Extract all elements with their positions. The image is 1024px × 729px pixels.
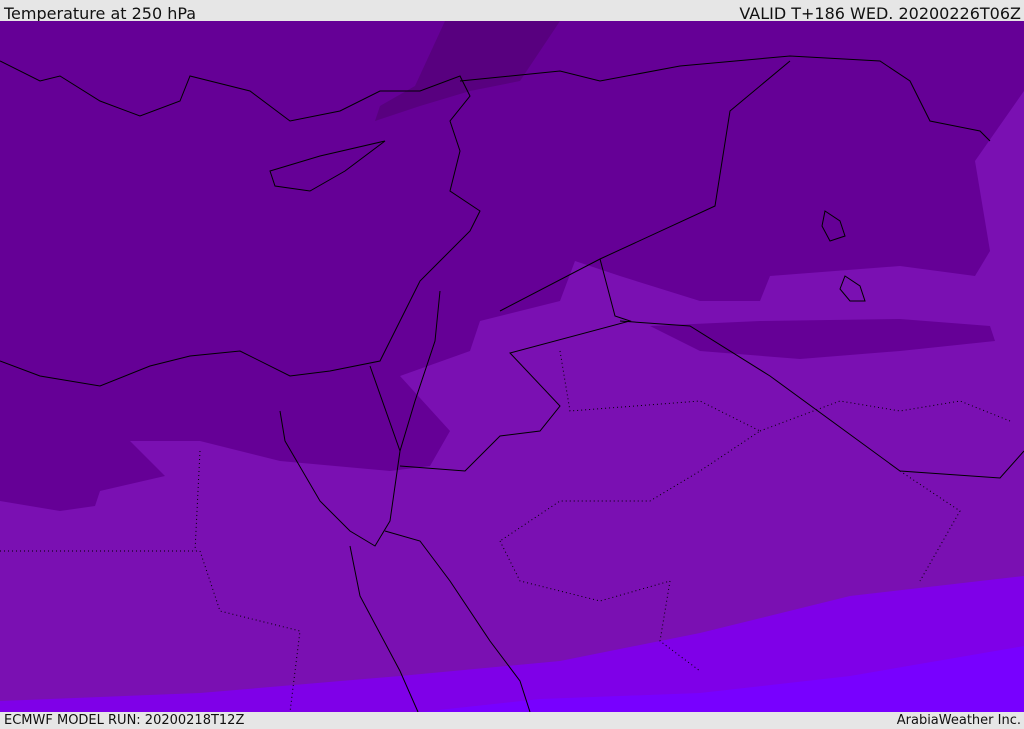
credit: ArabiaWeather Inc. (896, 713, 1021, 728)
header-bar: Temperature at 250 hPa VALID T+186 WED. … (0, 0, 1024, 23)
temperature-map (0, 21, 1024, 712)
model-run: ECMWF MODEL RUN: 20200218T12Z (4, 713, 245, 728)
footer-bar: ECMWF MODEL RUN: 20200218T12Z ArabiaWeat… (0, 712, 1024, 729)
